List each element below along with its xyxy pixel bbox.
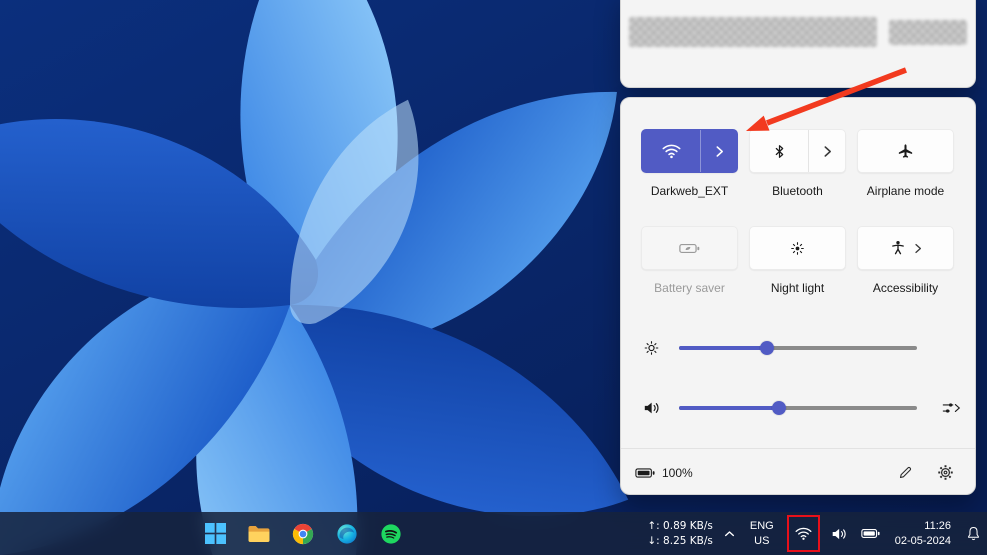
- edge-button[interactable]: [332, 519, 362, 549]
- redacted-content-block: [889, 20, 967, 45]
- file-explorer-button[interactable]: [244, 519, 274, 549]
- wifi-tray-button[interactable]: [793, 522, 814, 545]
- bell-icon: [968, 526, 979, 541]
- chrome-icon: [292, 523, 314, 544]
- brightness-slider-fill: [679, 346, 768, 350]
- battery-icon: [861, 529, 880, 538]
- brightness-slider-thumb[interactable]: [760, 341, 775, 355]
- taskbar: ↑: 0.89 KB/s ↓: 8.25 KB/s ENG US 11:26 0…: [0, 512, 987, 555]
- airplane-mode-tile: [857, 129, 954, 173]
- audio-output-icon: [942, 403, 961, 413]
- battery-saver-toggle-button[interactable]: [642, 227, 737, 269]
- night-light-tile: [749, 226, 846, 270]
- accessibility-icon: [891, 240, 904, 255]
- wifi-tile: [641, 129, 738, 173]
- bluetooth-tile: [749, 129, 846, 173]
- chevron-right-icon: [823, 145, 831, 157]
- taskbar-app-icons: [200, 512, 406, 555]
- airplane-icon: [898, 143, 913, 158]
- chevron-right-icon: [715, 145, 723, 157]
- start-button[interactable]: [200, 519, 230, 549]
- wifi-icon: [662, 144, 680, 159]
- night-light-tile-label: Night light: [770, 281, 825, 295]
- folder-icon: [248, 525, 270, 542]
- language-indicator[interactable]: ENG US: [746, 517, 778, 550]
- clock-time: 11:26: [924, 519, 951, 532]
- download-speed: ↓: 8.25 KB/s: [647, 534, 713, 547]
- airplane-mode-toggle-button[interactable]: [858, 130, 953, 172]
- accessibility-tile: [857, 226, 954, 270]
- language-code: ENG: [749, 520, 774, 533]
- night-light-icon: [791, 241, 804, 255]
- wifi-tile-label: Darkweb_EXT: [650, 184, 729, 198]
- speaker-icon: [832, 528, 846, 539]
- edge-icon: [337, 523, 357, 544]
- desktop: Darkweb_EXT Bluetooth Airplane mode Batt…: [0, 0, 987, 555]
- spotify-button[interactable]: [376, 519, 406, 549]
- battery-saver-tile: [641, 226, 738, 270]
- wifi-toggle-button[interactable]: [642, 130, 700, 172]
- annotation-highlight-box: [786, 515, 820, 552]
- battery-saver-icon: [679, 243, 700, 253]
- bluetooth-toggle-button[interactable]: [750, 130, 808, 172]
- airplane-mode-tile-label: Airplane mode: [866, 184, 945, 198]
- notification-flyout: [620, 0, 976, 88]
- language-region: US: [754, 534, 770, 547]
- battery-icon: [635, 467, 655, 478]
- brightness-slider[interactable]: [679, 341, 917, 355]
- notification-center-button[interactable]: [964, 522, 983, 545]
- wifi-expand-button[interactable]: [700, 130, 737, 172]
- battery-saver-tile-label: Battery saver: [654, 281, 725, 295]
- bluetooth-icon: [775, 144, 783, 158]
- system-tray: ↑: 0.89 KB/s ↓: 8.25 KB/s ENG US 11:26 0…: [647, 512, 983, 555]
- windows-logo-icon: [204, 523, 226, 544]
- battery-tray-button[interactable]: [859, 524, 882, 543]
- edit-quick-settings-button[interactable]: [889, 458, 921, 488]
- wifi-icon: [795, 527, 812, 540]
- spotify-icon: [381, 523, 401, 544]
- clock-date: 02-05-2024: [894, 534, 951, 547]
- network-speed-indicator: ↑: 0.89 KB/s ↓: 8.25 KB/s: [647, 519, 713, 548]
- volume-row: [621, 398, 977, 418]
- audio-output-button[interactable]: [940, 399, 963, 417]
- chrome-button[interactable]: [288, 519, 318, 549]
- accessibility-flyout-button[interactable]: [858, 227, 953, 269]
- volume-slider-fill: [679, 406, 779, 410]
- battery-percent-label: 100%: [662, 465, 693, 480]
- brightness-sun-icon: [643, 340, 660, 357]
- bluetooth-expand-button[interactable]: [808, 130, 845, 172]
- chevron-right-icon: [914, 243, 921, 253]
- redacted-content-block: [629, 17, 877, 47]
- upload-speed: ↑: 0.89 KB/s: [647, 519, 713, 532]
- clock[interactable]: 11:26 02-05-2024: [891, 517, 955, 551]
- accessibility-tile-label: Accessibility: [872, 281, 939, 295]
- edit-pencil-icon: [899, 466, 911, 479]
- settings-button[interactable]: [929, 458, 961, 488]
- settings-gear-icon: [937, 465, 953, 480]
- quick-settings-footer: 100%: [621, 448, 975, 496]
- night-light-toggle-button[interactable]: [750, 227, 845, 269]
- bluetooth-tile-label: Bluetooth: [772, 184, 823, 198]
- volume-slider-thumb[interactable]: [771, 401, 786, 415]
- volume-speaker-icon: [643, 401, 661, 416]
- battery-status-button[interactable]: 100%: [635, 466, 693, 480]
- tray-overflow-button[interactable]: [722, 526, 737, 542]
- volume-slider[interactable]: [679, 401, 917, 415]
- brightness-row: [621, 338, 977, 358]
- volume-tray-button[interactable]: [829, 523, 850, 545]
- chevron-up-icon: [724, 530, 734, 536]
- quick-settings-panel: Darkweb_EXT Bluetooth Airplane mode Batt…: [620, 97, 976, 495]
